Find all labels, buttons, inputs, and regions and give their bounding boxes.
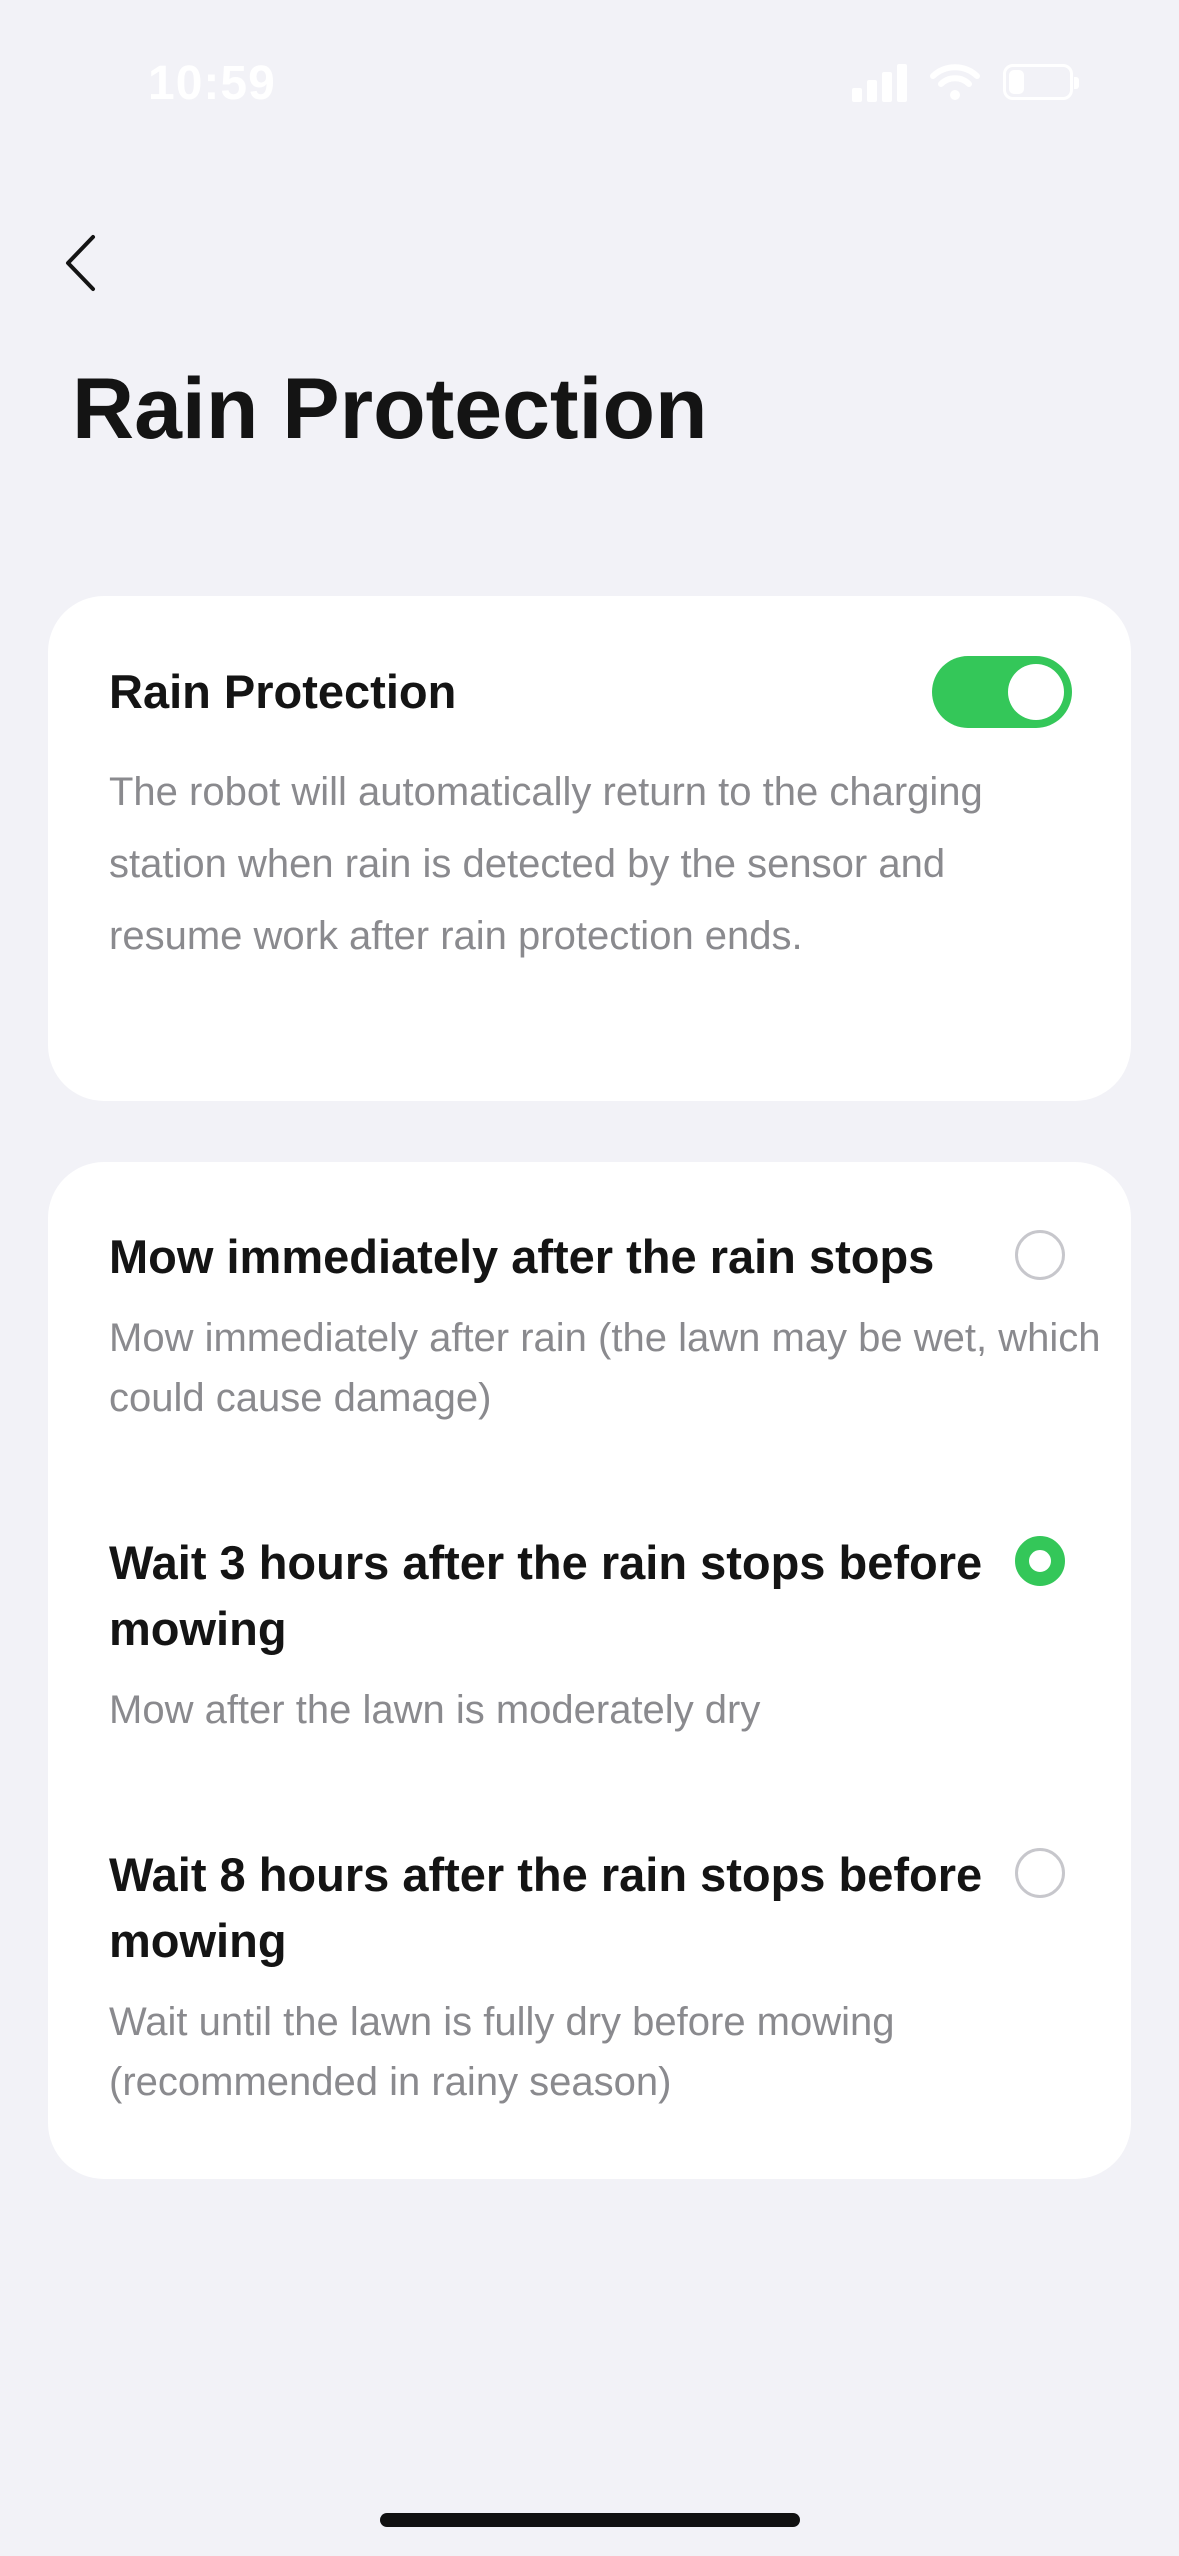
battery-level-fill: [1009, 70, 1025, 94]
option-description: Mow immediately after rain (the lawn may…: [109, 1316, 1101, 1420]
option-wait-8-hours[interactable]: Wait 8 hours after the rain stops before…: [109, 1842, 1069, 2112]
option-mow-immediately[interactable]: Mow immediately after the rain stops Mow…: [109, 1224, 1100, 1428]
option-title: Wait 8 hours after the rain stops before…: [109, 1848, 983, 1967]
status-icons: 24: [852, 62, 1079, 102]
resume-options-card: Mow immediately after the rain stops Mow…: [48, 1162, 1131, 2179]
wifi-icon: [930, 64, 980, 100]
toggle-knob: [1008, 664, 1064, 720]
option-title: Wait 3 hours after the rain stops before…: [109, 1536, 983, 1655]
battery-icon: 24: [1003, 64, 1079, 100]
rain-protection-label: Rain Protection: [109, 665, 457, 718]
rain-protection-card: Rain Protection The robot will automatic…: [48, 596, 1131, 1101]
status-bar: 10:59 24: [0, 0, 1179, 170]
option-title: Mow immediately after the rain stops: [109, 1230, 935, 1283]
battery-level-text: 24: [1025, 69, 1051, 94]
option-description: Wait until the lawn is fully dry before …: [109, 2000, 895, 2104]
home-indicator: [380, 2513, 800, 2527]
page-title: Rain Protection: [72, 361, 708, 457]
back-button[interactable]: [50, 228, 110, 298]
cellular-signal-icon: [852, 62, 907, 102]
chevron-left-icon: [66, 235, 95, 291]
radio-wait-3-hours[interactable]: [1015, 1536, 1065, 1586]
option-description: Mow after the lawn is moderately dry: [109, 1688, 761, 1732]
rain-protection-toggle[interactable]: [932, 656, 1072, 728]
rain-protection-description: The robot will automatically return to t…: [109, 770, 983, 958]
status-time: 10:59: [148, 57, 276, 110]
radio-wait-8-hours[interactable]: [1015, 1848, 1065, 1898]
option-wait-3-hours[interactable]: Wait 3 hours after the rain stops before…: [109, 1530, 1069, 1740]
radio-mow-immediately[interactable]: [1015, 1230, 1065, 1280]
